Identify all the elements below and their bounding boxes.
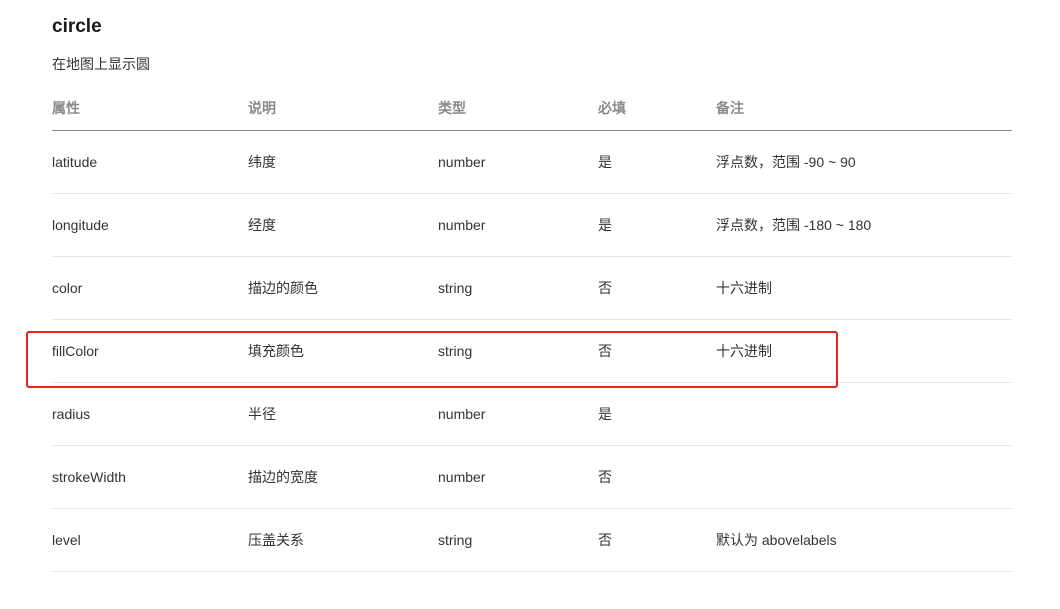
cell-type: number [438,382,598,446]
header-required: 必填 [598,86,716,131]
cell-required: 否 [598,256,716,320]
section-description: 在地图上显示圆 [52,56,150,72]
cell-required: 是 [598,382,716,446]
table-row: longitude 经度 number 是 浮点数，范围 -180 ~ 180 [52,193,1012,257]
header-description: 说明 [248,86,438,131]
cell-remarks: 默认为 abovelabels [716,508,1012,572]
cell-remarks: 十六进制 [716,256,1012,320]
cell-description: 填充颜色 [248,319,438,383]
cell-remarks [716,445,1012,509]
header-type: 类型 [438,86,598,131]
header-attribute: 属性 [52,86,248,131]
cell-attribute: longitude [52,193,248,257]
cell-required: 否 [598,445,716,509]
cell-remarks: 浮点数，范围 -180 ~ 180 [716,193,1012,257]
cell-remarks: 十六进制 [716,319,1012,383]
cell-description: 描边的颜色 [248,256,438,320]
cell-type: string [438,256,598,320]
table-row: color 描边的颜色 string 否 十六进制 [52,256,1012,320]
cell-type: number [438,193,598,257]
cell-description: 经度 [248,193,438,257]
cell-remarks: 浮点数，范围 -90 ~ 90 [716,130,1012,194]
cell-type: string [438,508,598,572]
cell-attribute: strokeWidth [52,445,248,509]
cell-type: number [438,130,598,194]
cell-attribute: fillColor [52,319,248,383]
cell-type: string [438,319,598,383]
header-remarks: 备注 [716,86,1012,131]
table-row: strokeWidth 描边的宽度 number 否 [52,445,1012,509]
cell-required: 是 [598,130,716,194]
cell-attribute: color [52,256,248,320]
cell-attribute: latitude [52,130,248,194]
cell-required: 否 [598,508,716,572]
section-title: circle [52,16,102,37]
cell-attribute: level [52,508,248,572]
cell-type: number [438,445,598,509]
table-row-highlighted: fillColor 填充颜色 string 否 十六进制 [52,319,1012,383]
cell-remarks [716,382,1012,446]
table-row: level 压盖关系 string 否 默认为 abovelabels [52,508,1012,572]
table-row: latitude 纬度 number 是 浮点数，范围 -90 ~ 90 [52,130,1012,194]
cell-attribute: radius [52,382,248,446]
cell-description: 半径 [248,382,438,446]
properties-table: 属性 说明 类型 必填 备注 latitude 纬度 number 是 浮点数，… [52,86,1012,572]
cell-description: 描边的宽度 [248,445,438,509]
table-header-row: 属性 说明 类型 必填 备注 [52,86,1012,131]
cell-description: 压盖关系 [248,508,438,572]
cell-required: 否 [598,319,716,383]
table-row: radius 半径 number 是 [52,382,1012,446]
cell-description: 纬度 [248,130,438,194]
cell-required: 是 [598,193,716,257]
